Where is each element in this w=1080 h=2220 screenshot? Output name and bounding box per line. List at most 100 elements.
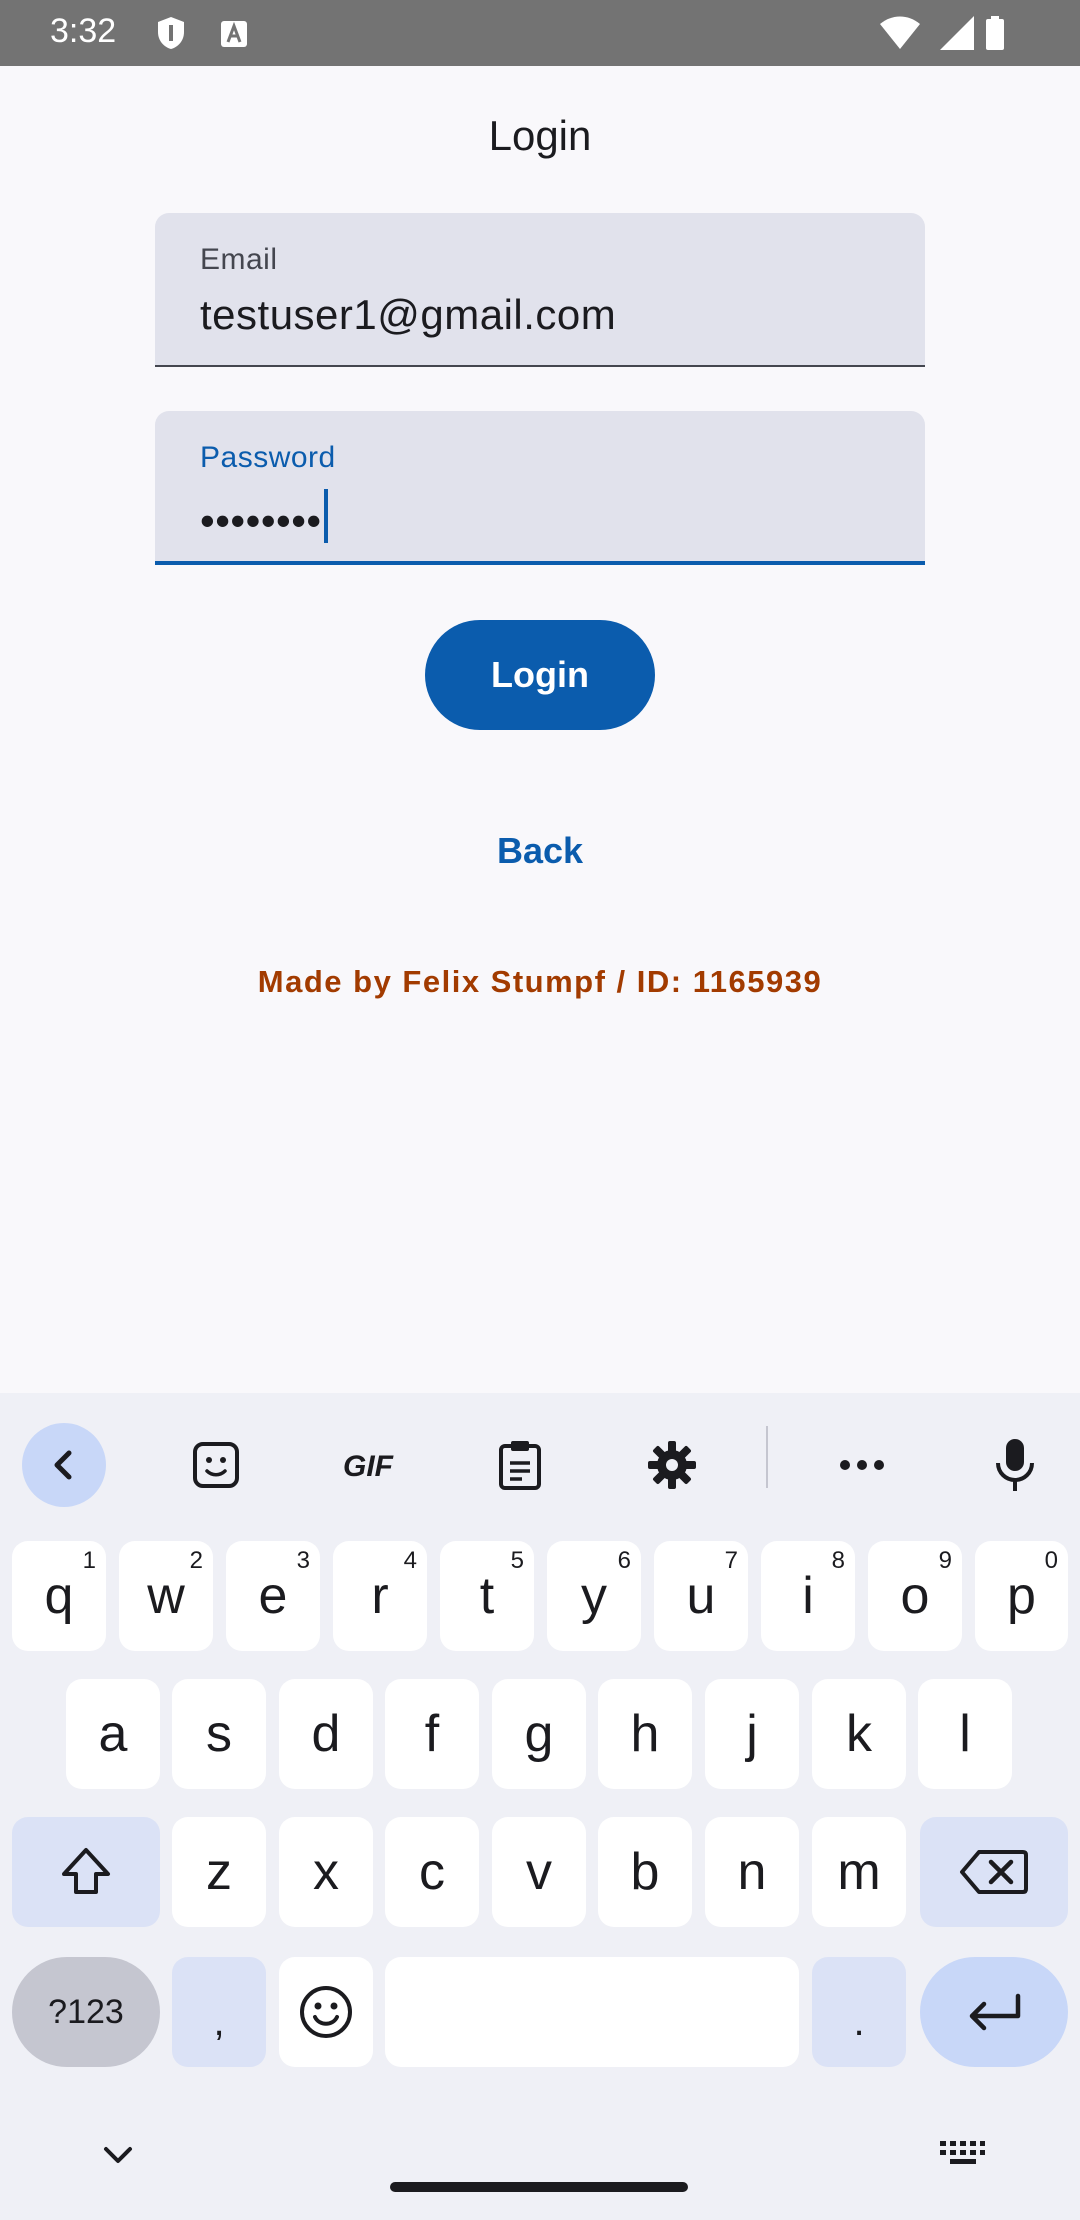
key-label: g	[524, 1705, 554, 1763]
key-r[interactable]: r4	[333, 1541, 427, 1651]
svg-text:GIF: GIF	[343, 1450, 394, 1483]
more-icon[interactable]	[820, 1423, 904, 1507]
key-label: c	[419, 1843, 445, 1901]
key-c[interactable]: c	[385, 1817, 479, 1927]
key-label: o	[900, 1567, 930, 1625]
password-field[interactable]: Password ••••••••	[155, 411, 925, 565]
key-hint: 0	[1044, 1547, 1058, 1574]
key-label: d	[311, 1705, 341, 1763]
key-x[interactable]: x	[279, 1817, 373, 1927]
key-label: w	[147, 1567, 185, 1625]
key-label: u	[686, 1567, 716, 1625]
key-g[interactable]: g	[492, 1679, 586, 1789]
key-hint: 7	[724, 1547, 738, 1574]
key-label: t	[479, 1567, 495, 1625]
status-time: 3:32	[50, 12, 117, 50]
comma-key[interactable]: ,	[172, 1957, 266, 2067]
shield-icon	[158, 17, 184, 49]
backspace-key[interactable]	[920, 1817, 1068, 1927]
key-a[interactable]: a	[66, 1679, 160, 1789]
key-k[interactable]: k	[812, 1679, 906, 1789]
key-n[interactable]: n	[705, 1817, 799, 1927]
shift-key[interactable]	[12, 1817, 160, 1927]
key-y[interactable]: y6	[547, 1541, 641, 1651]
key-hint: 4	[403, 1547, 417, 1574]
symbols-key[interactable]: ?123	[12, 1957, 160, 2067]
key-label: m	[837, 1843, 881, 1901]
key-hint: 1	[82, 1547, 96, 1574]
key-p[interactable]: p0	[975, 1541, 1068, 1651]
shift-icon	[62, 1848, 110, 1894]
key-label: x	[313, 1843, 339, 1901]
gear-icon[interactable]	[630, 1423, 714, 1507]
key-j[interactable]: j	[705, 1679, 799, 1789]
key-label: p	[1007, 1567, 1036, 1625]
credit-text: Made by Felix Stumpf / ID: 1165939	[257, 964, 823, 999]
emoji-icon	[300, 1986, 352, 2038]
gif-icon[interactable]: GIF	[326, 1423, 410, 1507]
key-label: e	[258, 1567, 288, 1625]
emoji-key[interactable]	[279, 1957, 373, 2067]
space-key[interactable]	[385, 1957, 799, 2067]
key-label: r	[371, 1567, 389, 1625]
key-e[interactable]: e3	[226, 1541, 320, 1651]
key-label: q	[44, 1567, 74, 1625]
gesture-nav-handle[interactable]	[390, 2182, 688, 2192]
key-label: i	[802, 1567, 814, 1625]
key-label: z	[206, 1843, 232, 1901]
keyboard-switch-icon[interactable]	[938, 2139, 986, 2173]
page-title: Login	[488, 112, 592, 159]
key-label: ,	[213, 1999, 225, 2044]
key-label: k	[846, 1705, 872, 1763]
sticker-icon[interactable]	[174, 1423, 258, 1507]
enter-key[interactable]	[920, 1957, 1068, 2067]
period-key[interactable]: .	[812, 1957, 906, 2067]
key-m[interactable]: m	[812, 1817, 906, 1927]
wifi-icon	[880, 16, 920, 49]
battery-icon	[986, 16, 1004, 50]
toolbar-divider	[766, 1426, 768, 1488]
login-button[interactable]: Login	[425, 620, 655, 730]
key-label: h	[630, 1705, 660, 1763]
key-hint: 8	[831, 1547, 845, 1574]
key-i[interactable]: i8	[761, 1541, 855, 1651]
key-hint: 5	[510, 1547, 524, 1574]
key-q[interactable]: q1	[12, 1541, 106, 1651]
signal-icon	[940, 16, 974, 50]
email-field[interactable]: Email testuser1@gmail.com	[155, 213, 925, 367]
key-label: a	[98, 1705, 128, 1763]
on-screen-keyboard: GIF q1 w2 e3 r4 t5 y6 u7 i8 o9 p0 a s d …	[0, 1393, 1080, 2220]
key-d[interactable]: d	[279, 1679, 373, 1789]
key-label: j	[746, 1705, 758, 1763]
key-hint: 2	[189, 1547, 203, 1574]
key-label: s	[206, 1705, 232, 1763]
key-label: l	[959, 1705, 971, 1763]
key-w[interactable]: w2	[119, 1541, 213, 1651]
key-o[interactable]: o9	[868, 1541, 962, 1651]
key-f[interactable]: f	[385, 1679, 479, 1789]
backspace-icon	[960, 1850, 1028, 1894]
password-value: ••••••••	[200, 497, 322, 544]
key-v[interactable]: v	[492, 1817, 586, 1927]
back-chevron-icon[interactable]	[22, 1423, 106, 1507]
microphone-icon[interactable]	[973, 1423, 1057, 1507]
enter-icon	[969, 1993, 1021, 2031]
key-u[interactable]: u7	[654, 1541, 748, 1651]
key-h[interactable]: h	[598, 1679, 692, 1789]
key-label: b	[630, 1843, 660, 1901]
key-z[interactable]: z	[172, 1817, 266, 1927]
key-label: n	[737, 1843, 767, 1901]
key-label: f	[424, 1705, 440, 1763]
key-b[interactable]: b	[598, 1817, 692, 1927]
email-value: testuser1@gmail.com	[200, 291, 617, 338]
key-s[interactable]: s	[172, 1679, 266, 1789]
key-hint: 6	[617, 1547, 631, 1574]
back-button[interactable]: Back	[440, 816, 640, 886]
key-l[interactable]: l	[918, 1679, 1012, 1789]
status-bar: 3:32	[0, 0, 1080, 66]
key-hint: 9	[938, 1547, 952, 1574]
key-t[interactable]: t5	[440, 1541, 534, 1651]
clipboard-icon[interactable]	[478, 1423, 562, 1507]
text-caret	[323, 489, 328, 543]
hide-keyboard-chevron-icon[interactable]	[98, 2143, 138, 2167]
